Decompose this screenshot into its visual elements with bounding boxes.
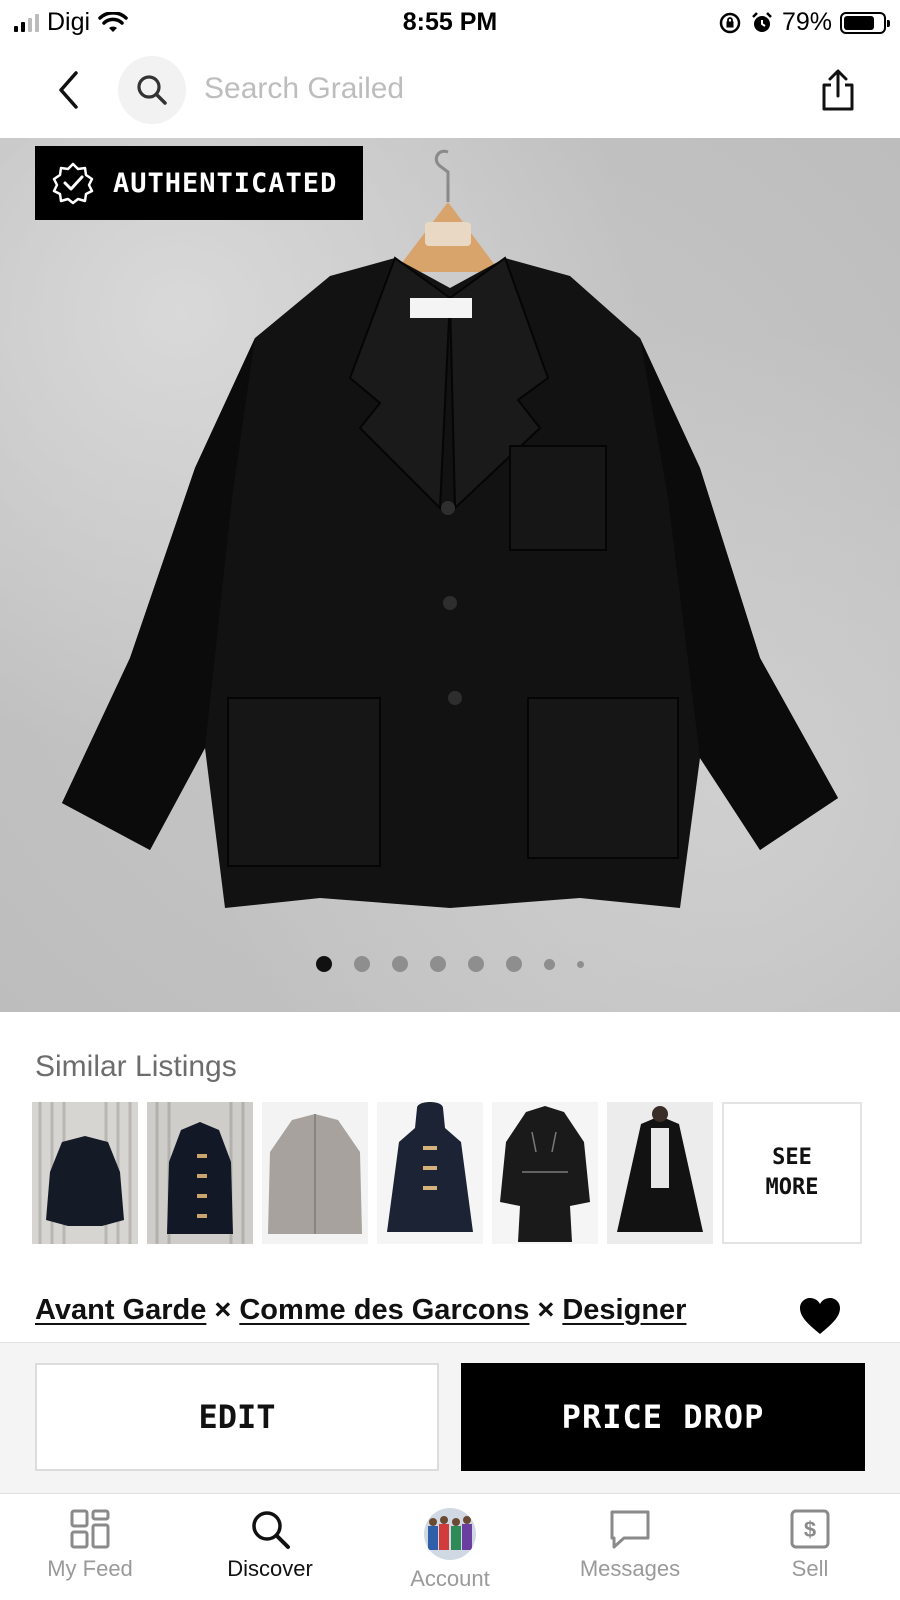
favorite-button[interactable] [798, 1296, 842, 1341]
tab-label: Account [410, 1566, 490, 1591]
search-input[interactable]: Search Grailed [204, 72, 404, 106]
edit-button[interactable]: EDIT [35, 1363, 439, 1471]
alarm-icon [752, 11, 772, 32]
verified-badge-icon [52, 162, 94, 205]
carousel-dot[interactable] [544, 958, 555, 970]
carousel-dot[interactable] [354, 956, 370, 972]
similar-listing-thumb[interactable] [262, 1102, 368, 1244]
avatar [424, 1508, 476, 1560]
designer-separator: × [537, 1294, 555, 1326]
hooded-duffle-photo [377, 1102, 483, 1244]
product-image-carousel[interactable]: AUTHENTICATED [0, 138, 900, 1012]
search-button[interactable] [118, 56, 186, 124]
tab-my-feed[interactable]: My Feed [10, 1508, 170, 1582]
carousel-dot[interactable] [506, 956, 522, 972]
tab-messages[interactable]: Messages [550, 1508, 710, 1582]
designer-link-avant-garde[interactable]: Avant Garde [35, 1294, 206, 1327]
carousel-dot[interactable] [430, 956, 446, 972]
duffle-coat-photo [147, 1102, 253, 1244]
model-black-coat-photo [607, 1102, 713, 1244]
designer-link-designer[interactable]: Designer [562, 1294, 686, 1327]
grey-jacket-photo [262, 1102, 368, 1244]
see-more-button[interactable]: SEE MORE [722, 1102, 862, 1244]
battery-percent: 79% [781, 8, 832, 36]
bottom-tab-bar: My Feed Discover Account Messages $ Sell [0, 1494, 900, 1600]
account-avatar-image [424, 1508, 476, 1560]
navy-peacoat-photo [32, 1102, 138, 1244]
dollar-tag-icon: $ [790, 1509, 830, 1549]
search-icon [137, 75, 167, 105]
heart-icon [800, 1298, 840, 1334]
tab-discover[interactable]: Discover [190, 1508, 350, 1582]
tab-account[interactable]: Account [370, 1508, 530, 1592]
battery-fill [844, 15, 875, 30]
tab-sell[interactable]: $ Sell [730, 1508, 890, 1582]
similar-listing-thumb[interactable] [32, 1102, 138, 1244]
carousel-dot[interactable] [468, 956, 484, 972]
carousel-dot[interactable] [392, 956, 408, 972]
back-button[interactable] [48, 68, 88, 112]
tab-label: Discover [227, 1556, 313, 1581]
similar-listings-row: SEE MORE [32, 1102, 862, 1244]
authenticated-label: AUTHENTICATED [113, 167, 338, 199]
jacket-photo [62, 149, 838, 908]
search-icon [252, 1511, 290, 1549]
carousel-dot[interactable] [316, 956, 332, 972]
carousel-dot[interactable] [577, 960, 584, 968]
similar-listing-thumb[interactable] [492, 1102, 598, 1244]
battery-icon [840, 11, 890, 34]
black-trench-photo [492, 1102, 598, 1244]
tab-label: Messages [579, 1556, 681, 1581]
similar-listing-thumb[interactable] [377, 1102, 483, 1244]
chat-bubble-icon [610, 1510, 650, 1549]
share-button[interactable] [816, 66, 860, 114]
designers-line: Avant Garde × Comme des Garcons × Design… [35, 1294, 686, 1327]
designer-link-comme-des-garcons[interactable]: Comme des Garcons [239, 1294, 529, 1327]
orientation-lock-icon [719, 12, 741, 33]
top-nav: Search Grailed [0, 50, 900, 136]
similar-listing-thumb[interactable] [607, 1102, 713, 1244]
chevron-left-icon [59, 71, 78, 109]
carousel-pagination[interactable] [0, 956, 900, 972]
tab-label: My Feed [47, 1556, 133, 1581]
similar-listings-title: Similar Listings [35, 1050, 237, 1083]
svg-text:$: $ [804, 1517, 816, 1542]
price-drop-button[interactable]: PRICE DROP [461, 1363, 865, 1471]
grid-icon [70, 1509, 110, 1549]
similar-listing-thumb[interactable] [147, 1102, 253, 1244]
authenticated-badge[interactable]: AUTHENTICATED [35, 146, 363, 220]
status-bar: Digi 8:55 PM 79% [0, 0, 900, 46]
designer-separator: × [214, 1294, 232, 1326]
share-icon [822, 69, 854, 111]
tab-label: Sell [791, 1556, 829, 1581]
action-bar: EDIT PRICE DROP [0, 1342, 900, 1494]
status-right: 79% [718, 8, 890, 37]
